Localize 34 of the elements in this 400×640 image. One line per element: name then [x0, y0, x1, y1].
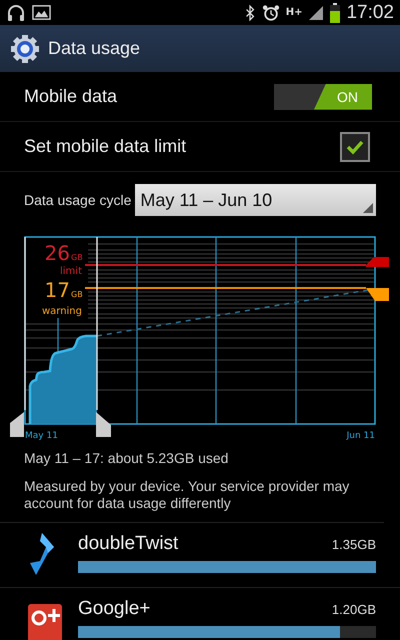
warning-label: warning [42, 306, 82, 317]
usage-summary: May 11 – 17: about 5.23GB used [23, 449, 230, 466]
measurement-note: Measured by your device. Your service provider may account for data usage differently [0, 466, 384, 523]
axis-end-label: Jun 11 [346, 431, 375, 440]
limit-label: limit [60, 266, 82, 277]
warning-handle[interactable] [366, 288, 389, 301]
dropdown-corner-icon [363, 203, 373, 213]
range-start-handle[interactable] [10, 412, 24, 437]
warning-value: 17 [44, 278, 70, 302]
limit-unit: GB [71, 253, 83, 262]
app-name: Google+ [78, 598, 150, 620]
cycle-label: Data usage cycle [24, 192, 132, 208]
setting-label: Mobile data [24, 86, 118, 107]
signal-icon [308, 4, 324, 20]
headphones-icon [6, 2, 26, 22]
limit-value: 26 [44, 241, 70, 265]
image-icon [32, 3, 51, 22]
battery-icon [330, 2, 340, 22]
alarm-clock-icon [262, 4, 280, 22]
app-usage: 1.35GB [332, 537, 376, 552]
limit-checkbox[interactable] [340, 132, 370, 162]
axis-start-label: May 11 [25, 431, 58, 440]
setting-label: Set mobile data limit [24, 136, 186, 157]
clock-time: 17:02 [346, 2, 394, 24]
app-usage: 1.20GB [332, 602, 376, 617]
bluetooth-icon [244, 4, 256, 22]
limit-handle[interactable] [366, 257, 389, 267]
range-end-handle[interactable] [96, 412, 111, 437]
screen-title: Data usage [48, 38, 140, 59]
settings-icon [10, 34, 40, 64]
app-name: doubleTwist [78, 533, 178, 555]
cycle-dropdown[interactable]: May 11 – Jun 10 [135, 184, 376, 216]
network-type: H+ [286, 7, 302, 18]
warning-unit: GB [71, 290, 83, 299]
